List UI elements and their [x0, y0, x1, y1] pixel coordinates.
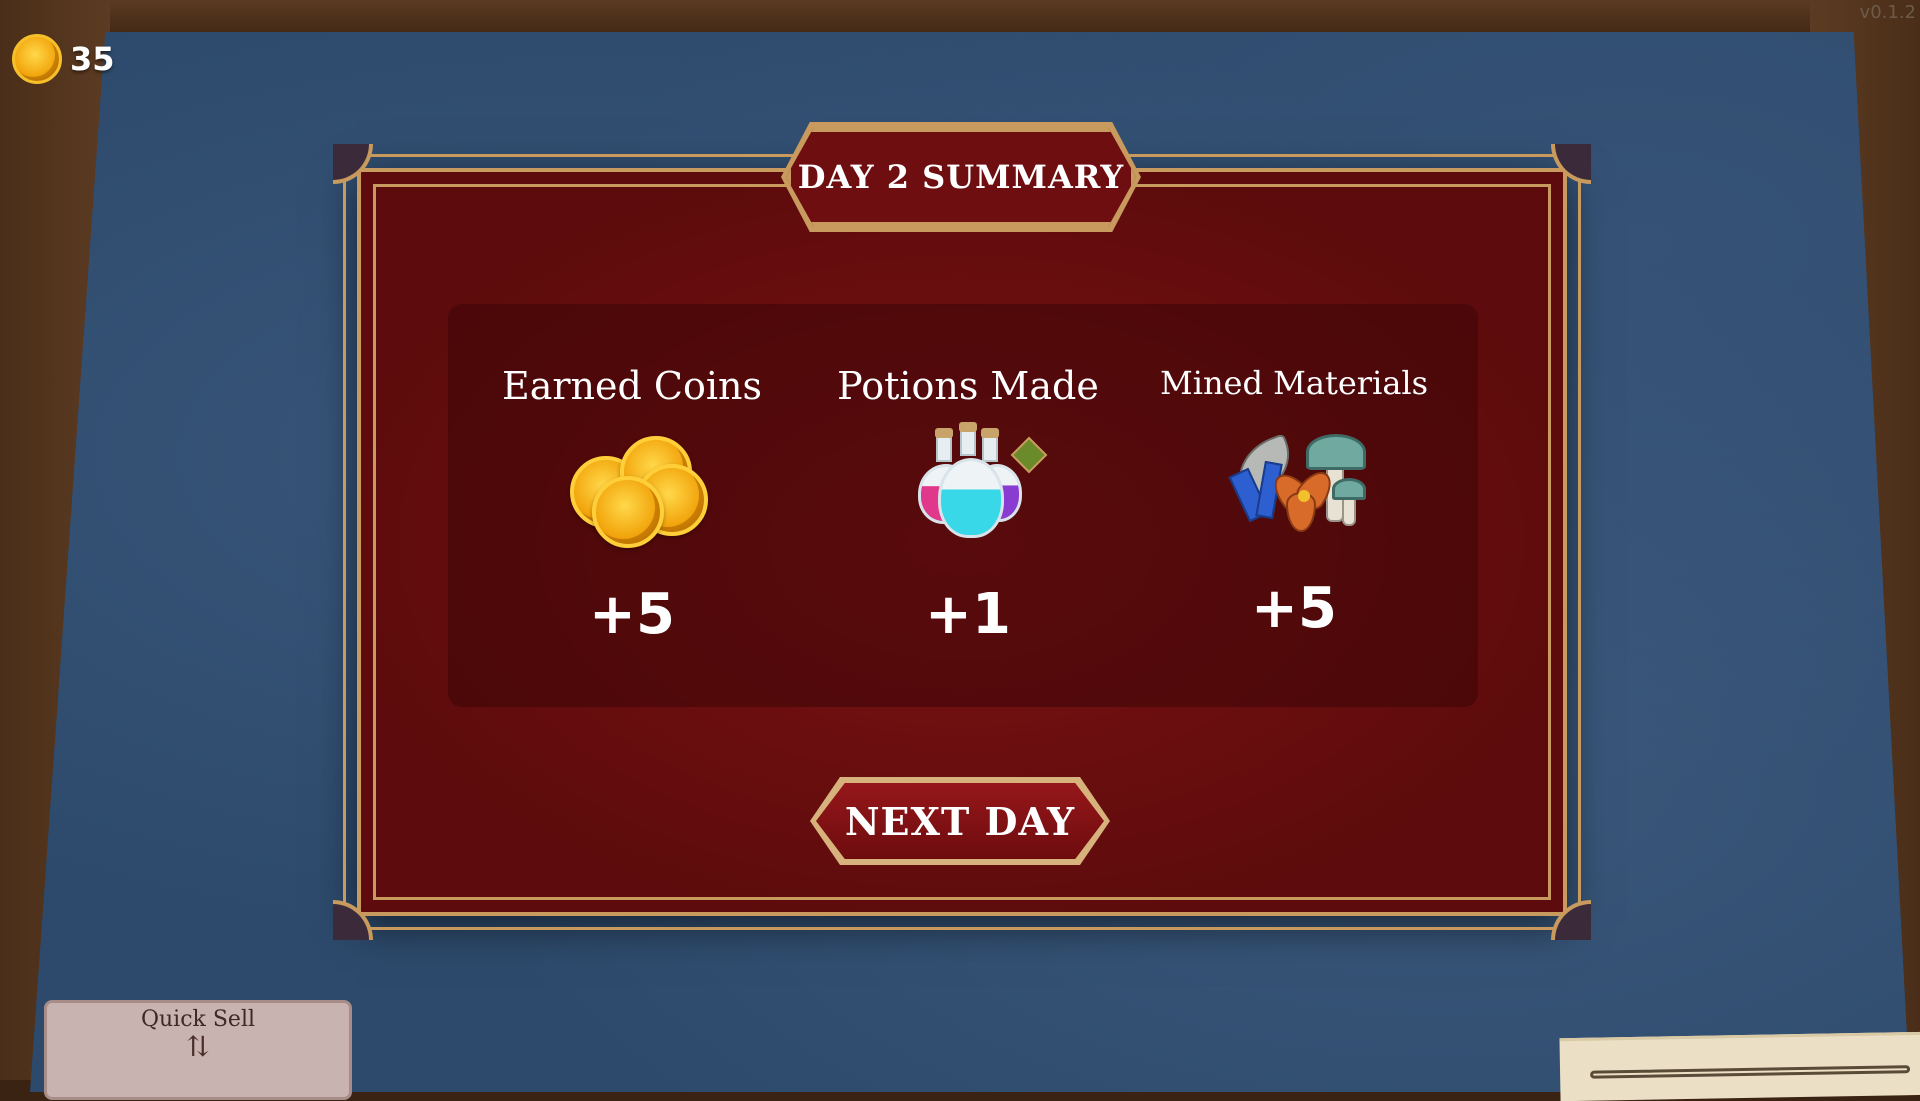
coin-icon — [12, 34, 62, 84]
stats-box: Earned Coins +5 Potions Made +1 Mined Ma… — [448, 304, 1478, 707]
corner-ornament — [1551, 900, 1591, 940]
corner-ornament — [333, 144, 373, 184]
parchment-line — [1590, 1065, 1911, 1079]
quick-sell-label: Quick Sell — [140, 1007, 256, 1032]
corner-ornament — [1551, 144, 1591, 184]
summary-title: DAY 2 SUMMARY — [797, 158, 1125, 196]
stat-value: +5 — [589, 582, 675, 647]
stat-earned-coins: Earned Coins +5 — [482, 364, 782, 647]
next-day-button[interactable]: NEXT DAY — [810, 777, 1110, 865]
potion-bottles-icon — [888, 422, 1048, 548]
stat-value: +5 — [1251, 576, 1337, 641]
stat-label: Mined Materials — [1159, 364, 1429, 402]
stat-label: Potions Made — [837, 364, 1099, 408]
coin-count: 35 — [70, 40, 115, 78]
title-plate: DAY 2 SUMMARY — [786, 127, 1136, 227]
quick-sell-button[interactable]: Quick Sell ⇅ — [44, 1000, 352, 1100]
stat-mined-materials: Mined Materials +5 — [1144, 364, 1444, 641]
next-day-label: NEXT DAY — [816, 783, 1104, 859]
coin-pile-icon — [552, 428, 712, 548]
stat-potions-made: Potions Made +1 — [818, 364, 1118, 647]
coin-counter: 35 — [12, 34, 115, 84]
stat-value: +1 — [925, 582, 1011, 647]
parchment-note[interactable] — [1559, 1031, 1920, 1101]
materials-bundle-icon — [1214, 422, 1374, 542]
version-label: v0.1.2 — [1859, 2, 1916, 23]
corner-ornament — [333, 900, 373, 940]
stat-label: Earned Coins — [501, 364, 762, 408]
sell-arrows-icon: ⇅ — [186, 1030, 210, 1063]
